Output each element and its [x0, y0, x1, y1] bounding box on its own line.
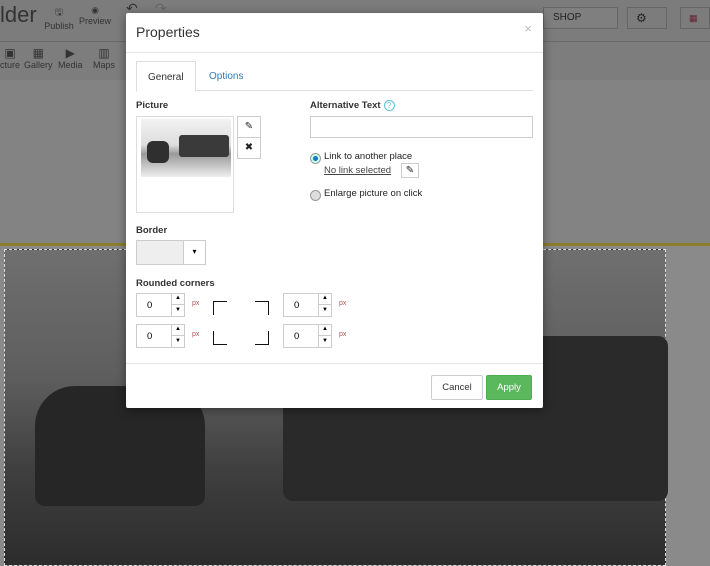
- language-flag-icon[interactable]: ▦: [680, 7, 710, 29]
- picture-thumbnail: [141, 119, 231, 177]
- increment-icon[interactable]: ▲: [171, 324, 184, 336]
- preview-button[interactable]: ◉ Preview: [78, 5, 112, 26]
- unit-label: px: [192, 300, 200, 307]
- play-icon: ▶: [65, 46, 75, 60]
- decrement-icon[interactable]: ▼: [318, 305, 331, 317]
- enlarge-option-label: Enlarge picture on click: [324, 188, 423, 199]
- settings-button[interactable]: ⚙: [627, 7, 667, 29]
- chevron-down-icon[interactable]: ▾: [183, 241, 205, 264]
- dialog-title: Properties: [136, 24, 200, 40]
- gear-icon: ⚙: [636, 11, 647, 25]
- border-label: Border: [136, 225, 168, 236]
- corner-bottom-right-icon: [255, 331, 269, 345]
- cancel-button[interactable]: Cancel: [431, 375, 483, 400]
- corner-bottom-right-stepper[interactable]: 0 ▲ ▼: [283, 324, 332, 348]
- pencil-icon: ✎: [405, 165, 415, 176]
- close-icon[interactable]: ×: [524, 21, 532, 36]
- help-icon[interactable]: ?: [383, 100, 395, 111]
- save-icon: 🖫: [55, 7, 63, 17]
- decrement-icon[interactable]: ▼: [171, 336, 184, 348]
- increment-icon[interactable]: ▲: [171, 293, 184, 305]
- eye-icon: ◉: [91, 5, 99, 15]
- picture-label: Picture: [136, 100, 169, 111]
- corner-bottom-left-stepper[interactable]: 0 ▲ ▼: [136, 324, 185, 348]
- edit-link-button[interactable]: ✎: [401, 163, 419, 178]
- dialog-footer: Cancel Apply: [126, 363, 543, 408]
- logo: lder: [0, 2, 37, 27]
- edit-picture-button[interactable]: ✎: [237, 116, 261, 138]
- corner-top-left-stepper[interactable]: 0 ▲ ▼: [136, 293, 185, 317]
- alt-text-input[interactable]: [310, 116, 533, 138]
- corner-top-left-icon: [213, 301, 227, 315]
- border-swatch: [137, 241, 184, 264]
- pencil-icon: ✎: [244, 121, 254, 132]
- enlarge-radio[interactable]: [310, 190, 321, 201]
- decrement-icon[interactable]: ▼: [171, 305, 184, 317]
- corner-bottom-left-icon: [213, 331, 227, 345]
- increment-icon[interactable]: ▲: [318, 293, 331, 305]
- properties-dialog: Properties × General Options Picture ✎ ✖…: [126, 13, 543, 408]
- maps-tool[interactable]: ▥ Maps: [93, 46, 115, 70]
- picture-preview[interactable]: [136, 116, 234, 213]
- alt-text-label: Alternative Text?: [310, 100, 395, 111]
- gallery-tool[interactable]: ▦ Gallery: [24, 46, 53, 70]
- corner-top-right-icon: [255, 301, 269, 315]
- media-tool[interactable]: ▶ Media: [58, 46, 83, 70]
- dialog-header: Properties ×: [126, 13, 543, 53]
- link-option-label: Link to another place: [324, 151, 413, 162]
- apply-button[interactable]: Apply: [486, 375, 532, 400]
- image-icon: ▣: [4, 46, 16, 60]
- close-icon: ✖: [244, 142, 254, 153]
- remove-picture-button[interactable]: ✖: [237, 137, 261, 159]
- rounded-corners-label: Rounded corners: [136, 278, 215, 289]
- tab-general[interactable]: General: [136, 61, 196, 92]
- unit-label: px: [339, 300, 347, 307]
- unit-label: px: [192, 331, 200, 338]
- grid-icon: ▦: [32, 46, 44, 60]
- map-icon: ▥: [98, 46, 110, 60]
- link-value[interactable]: No link selected: [324, 165, 391, 176]
- decrement-icon[interactable]: ▼: [318, 336, 331, 348]
- tab-bar: General Options: [136, 61, 533, 92]
- picture-tool[interactable]: ▣ cture: [0, 46, 20, 70]
- increment-icon[interactable]: ▲: [318, 324, 331, 336]
- tab-options[interactable]: Options: [198, 61, 254, 92]
- link-radio[interactable]: [310, 153, 321, 164]
- unit-label: px: [339, 331, 347, 338]
- corner-top-right-stepper[interactable]: 0 ▲ ▼: [283, 293, 332, 317]
- publish-button[interactable]: 🖫 Publish: [44, 5, 74, 31]
- shop-dropdown[interactable]: SHOP: [543, 7, 618, 29]
- border-picker[interactable]: ▾: [136, 240, 206, 265]
